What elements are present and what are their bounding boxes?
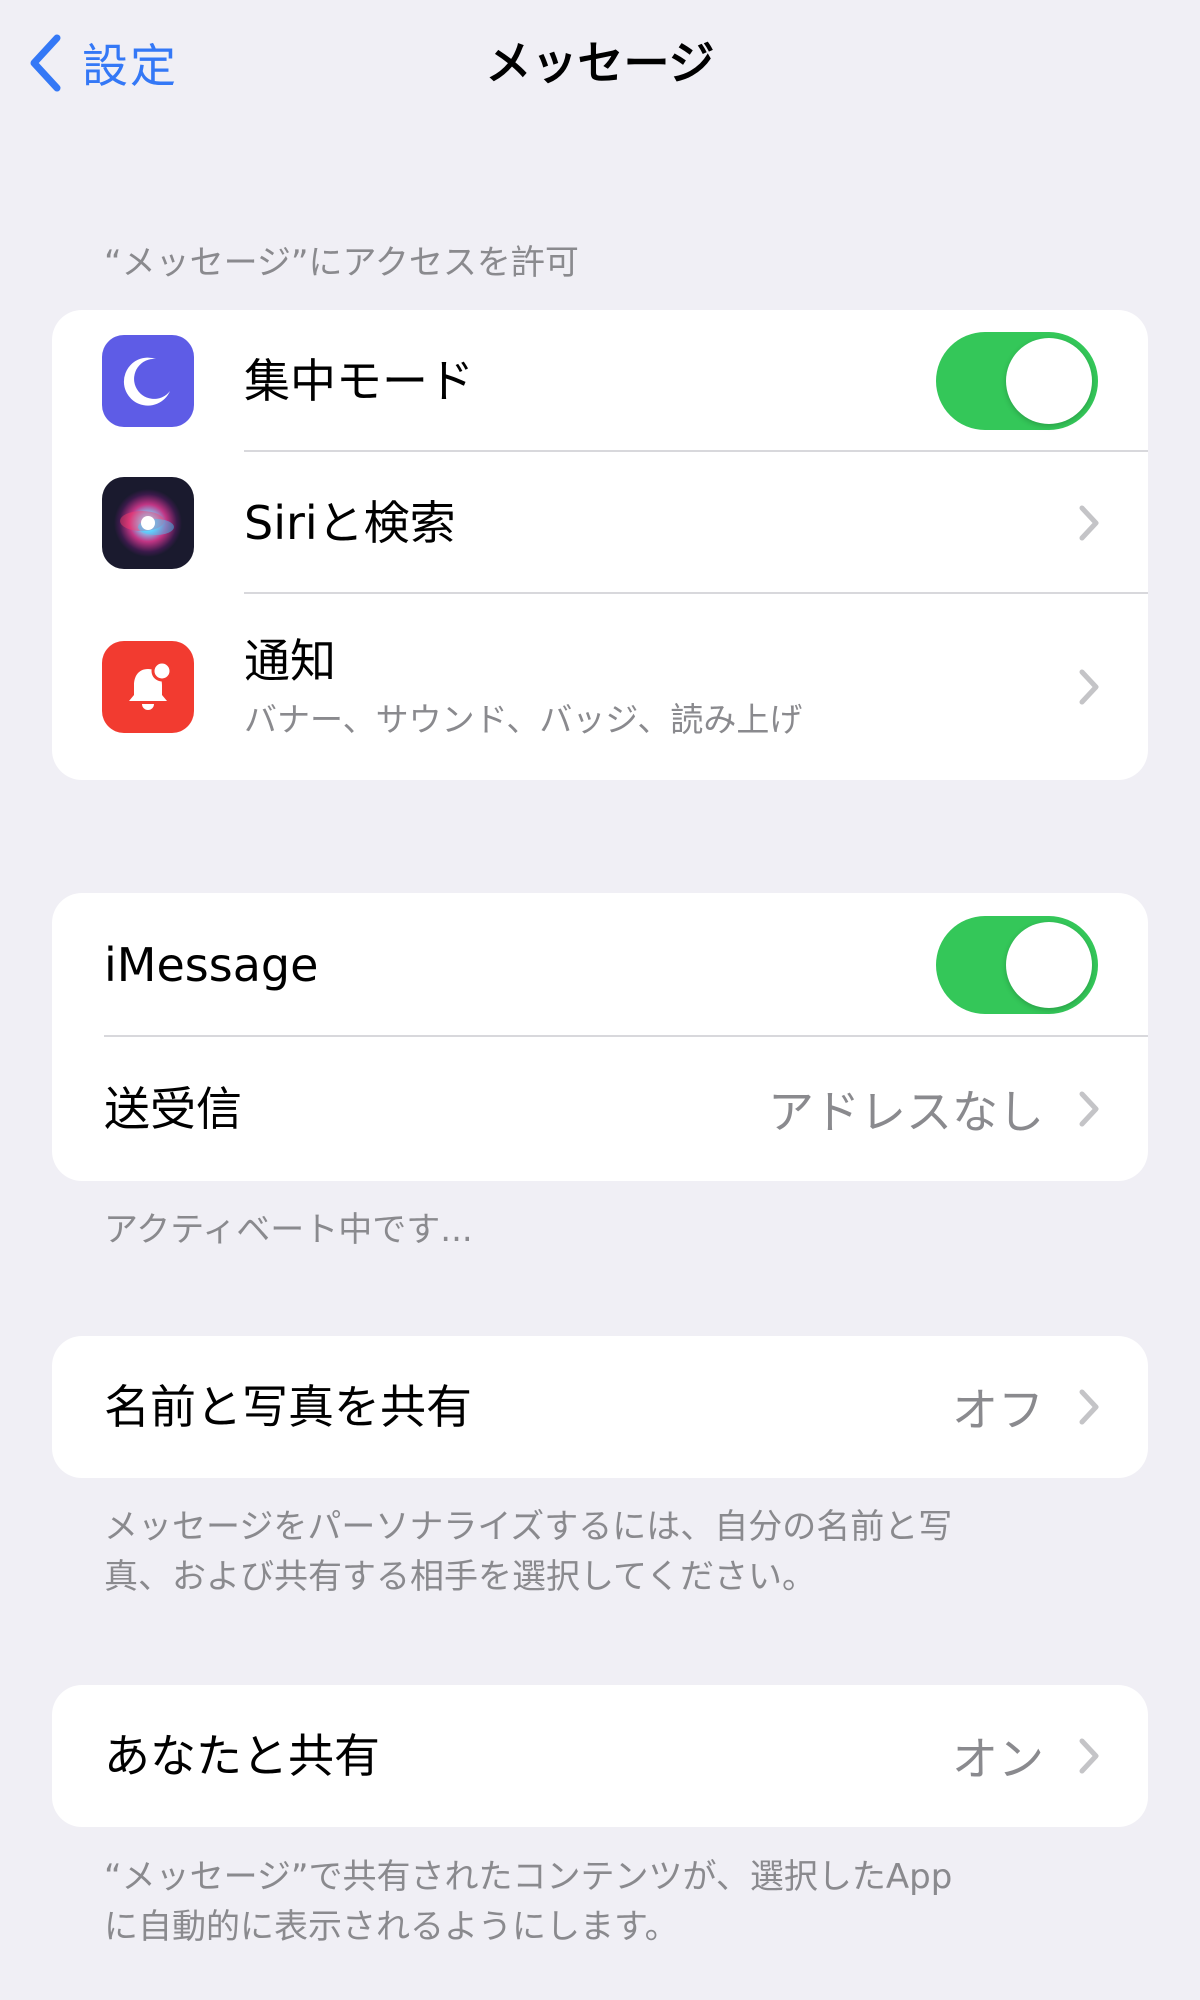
toggle-knob	[1006, 922, 1092, 1008]
siri-search-row[interactable]: Siriと検索	[52, 452, 1148, 594]
imessage-group: iMessage 送受信 アドレスなし	[52, 893, 1148, 1181]
access-settings-group: 集中モード Siriと検索 通知 バナー、サウンド、バッジ、読み上げ	[52, 310, 1148, 780]
navigation-bar: 設定 メッセージ	[0, 0, 1200, 125]
shared-with-you-accessory: オン	[952, 1723, 1100, 1789]
share-name-photo-label-block: 名前と写真を共有	[104, 1377, 472, 1437]
chevron-right-icon	[1078, 504, 1100, 542]
focus-mode-toggle[interactable]	[936, 332, 1098, 430]
send-receive-row[interactable]: 送受信 アドレスなし	[52, 1037, 1148, 1181]
access-section-header: “メッセージ”にアクセスを許可	[104, 243, 579, 283]
shared-with-you-footer: “メッセージ”で共有されたコンテンツが、選択したApp に自動的に表示されるよう…	[104, 1852, 1104, 1952]
send-receive-label: 送受信	[104, 1082, 242, 1136]
imessage-row: iMessage	[52, 893, 1148, 1037]
chevron-right-icon	[1078, 668, 1100, 706]
shared-with-you-row[interactable]: あなたと共有 オン	[52, 1685, 1148, 1827]
shared-with-you-label-block: あなたと共有	[104, 1726, 380, 1786]
page-title: メッセージ	[485, 36, 715, 90]
imessage-label-block: iMessage	[104, 935, 318, 995]
shared-with-you-footer-line-2: に自動的に表示されるようにします。	[104, 1907, 679, 1947]
chevron-right-icon	[1078, 1737, 1100, 1775]
moon-icon	[102, 335, 194, 427]
notifications-label: 通知	[244, 634, 336, 688]
shared-with-you-value: オン	[952, 1732, 1044, 1786]
share-name-photo-row[interactable]: 名前と写真を共有 オフ	[52, 1336, 1148, 1478]
shared-with-you-label: あなたと共有	[104, 1729, 380, 1783]
focus-mode-label: 集中モード	[244, 354, 474, 408]
toggle-knob	[1006, 338, 1092, 424]
share-name-photo-footer-line-2: 真、および共有する相手を選択してください。	[104, 1557, 816, 1597]
shared-with-you-footer-line-1: “メッセージ”で共有されたコンテンツが、選択したApp	[104, 1857, 953, 1897]
notifications-sublabel: バナー、サウンド、バッジ、読み上げ	[244, 700, 803, 739]
send-receive-value: アドレスなし	[768, 1085, 1044, 1139]
chevron-right-icon	[1078, 1090, 1100, 1128]
siri-search-label-block: Siriと検索	[244, 493, 456, 553]
notifications-accessory	[1078, 668, 1100, 706]
notifications-row[interactable]: 通知 バナー、サウンド、バッジ、読み上げ	[52, 594, 1148, 780]
siri-icon	[102, 477, 194, 569]
imessage-toggle[interactable]	[936, 916, 1098, 1014]
imessage-footer: アクティベート中です...	[104, 1210, 473, 1250]
notifications-label-block: 通知 バナー、サウンド、バッジ、読み上げ	[244, 631, 802, 743]
chevron-right-icon	[1078, 1388, 1100, 1426]
imessage-label: iMessage	[104, 938, 319, 992]
siri-search-label: Siriと検索	[244, 496, 456, 550]
focus-mode-row: 集中モード	[52, 310, 1148, 452]
focus-mode-label-block: 集中モード	[244, 351, 474, 411]
share-name-photo-accessory: オフ	[952, 1374, 1100, 1440]
share-name-photo-footer: メッセージをパーソナライズするには、自分の名前と写 真、および共有する相手を選択…	[104, 1502, 1104, 1602]
bell-icon	[102, 641, 194, 733]
siri-search-accessory	[1078, 504, 1100, 542]
share-name-photo-value: オフ	[952, 1383, 1044, 1437]
share-name-photo-label: 名前と写真を共有	[104, 1380, 472, 1434]
share-name-photo-group: 名前と写真を共有 オフ	[52, 1336, 1148, 1478]
share-name-photo-footer-line-1: メッセージをパーソナライズするには、自分の名前と写	[104, 1507, 953, 1547]
send-receive-accessory: アドレスなし	[768, 1076, 1100, 1142]
shared-with-you-group: あなたと共有 オン	[52, 1685, 1148, 1827]
send-receive-label-block: 送受信	[104, 1079, 242, 1139]
